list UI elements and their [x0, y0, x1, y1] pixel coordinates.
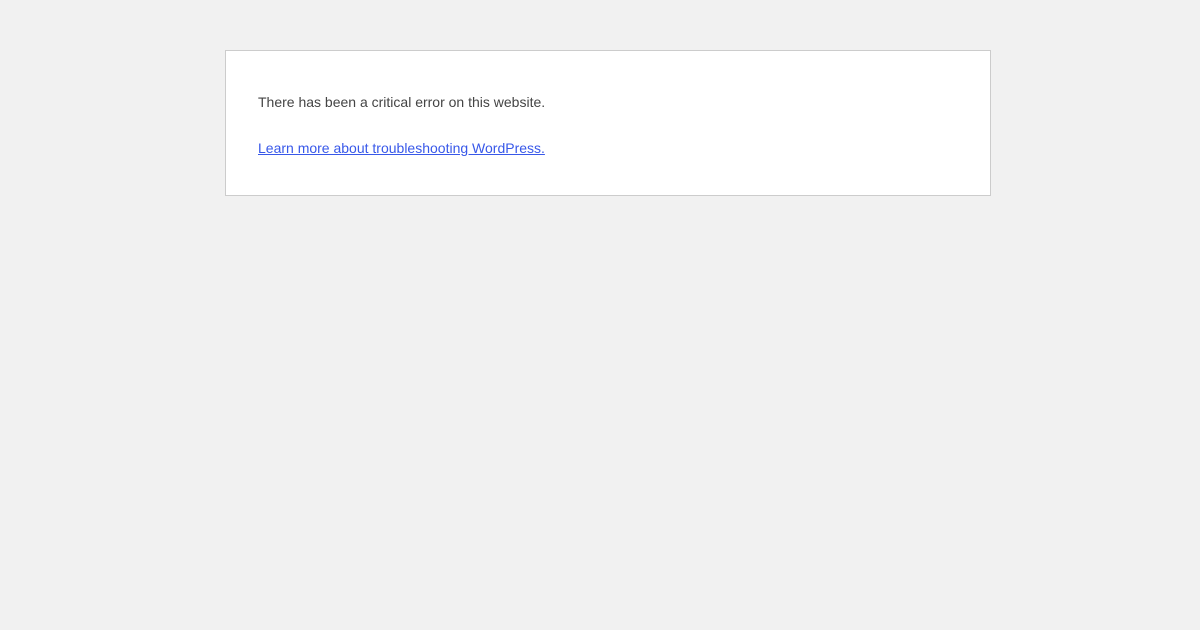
error-message: There has been a critical error on this … — [258, 94, 546, 110]
error-panel: There has been a critical error on this … — [225, 50, 991, 196]
troubleshooting-link[interactable]: Learn more about troubleshooting WordPre… — [258, 140, 545, 156]
error-page: { "error_box": { "message": "There has b… — [0, 0, 1200, 630]
